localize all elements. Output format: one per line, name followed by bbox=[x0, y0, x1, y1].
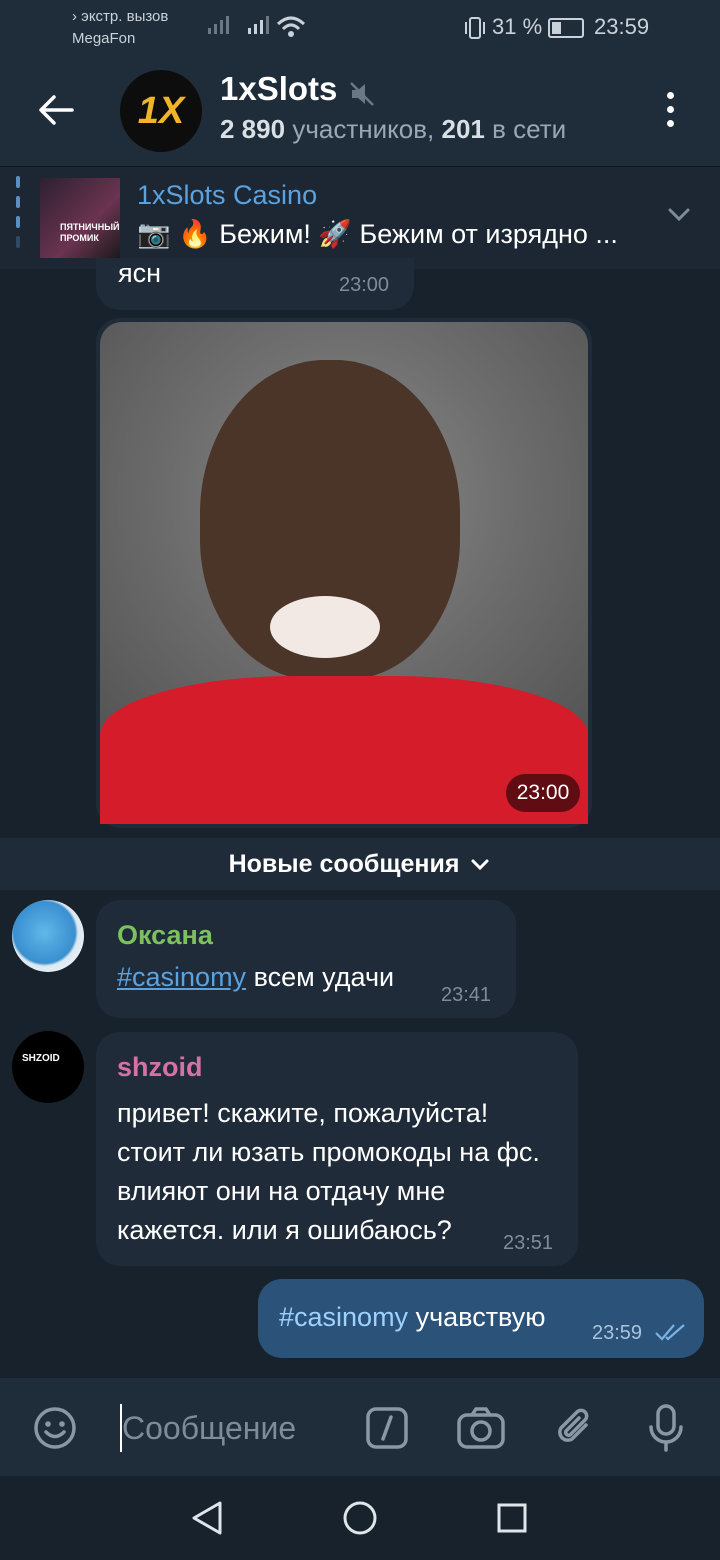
carrier-name: MegaFon bbox=[72, 30, 136, 47]
signal-icon bbox=[206, 14, 232, 41]
message-time: 23:41 bbox=[441, 984, 492, 1006]
nav-recents-icon[interactable] bbox=[496, 1502, 528, 1534]
message-text: привет! скажите, пожалуйста! стоит ли юз… bbox=[117, 1098, 540, 1245]
chat-header bbox=[0, 54, 720, 166]
message-time: 23:51 bbox=[503, 1232, 554, 1254]
read-checkmarks-icon bbox=[654, 1321, 688, 1343]
message-text-partial: ясн bbox=[118, 258, 162, 288]
message-time: 23:00 bbox=[339, 274, 390, 296]
pinned-thumbnail-text: ПЯТНИЧНЫЙ ПРОМИК bbox=[60, 222, 120, 243]
bot-command-icon[interactable] bbox=[364, 1405, 410, 1451]
muted-speaker-icon bbox=[348, 80, 376, 108]
online-label: в сети bbox=[492, 114, 567, 144]
chat-title[interactable]: 1xSlots bbox=[220, 70, 337, 108]
battery-percent: 31 % bbox=[492, 14, 543, 39]
hashtag-link[interactable]: #casinomy bbox=[279, 1302, 408, 1332]
chevron-down-icon bbox=[471, 859, 489, 871]
message-input-bar bbox=[0, 1378, 720, 1476]
members-count: 2 890 bbox=[220, 114, 286, 144]
message-input[interactable]: Сообщение bbox=[122, 1410, 296, 1447]
nav-home-icon[interactable] bbox=[342, 1500, 378, 1536]
hashtag-link[interactable]: #casinomy bbox=[117, 962, 246, 992]
wifi-icon bbox=[276, 14, 306, 43]
message-body: учавствую bbox=[408, 1302, 546, 1332]
pinned-title: 1xSlots Casino bbox=[137, 180, 318, 210]
new-messages-divider: Новые сообщения bbox=[0, 838, 720, 890]
message-text: #casinomy всем удачи bbox=[117, 962, 394, 993]
more-menu-icon[interactable] bbox=[656, 92, 684, 132]
chevron-down-icon[interactable] bbox=[664, 200, 694, 230]
online-count: 201 bbox=[441, 114, 485, 144]
members-label: участников, bbox=[292, 114, 435, 144]
media-mouth bbox=[270, 596, 380, 658]
new-messages-label: Новые сообщения bbox=[228, 850, 460, 878]
camera-icon[interactable] bbox=[456, 1405, 506, 1451]
attach-icon[interactable] bbox=[552, 1403, 598, 1453]
message-author[interactable]: shzoid bbox=[117, 1052, 203, 1083]
carrier-emergency-text: › экстр. вызов bbox=[72, 8, 169, 25]
battery-icon bbox=[548, 18, 584, 41]
message-text: #casinomy учавствую bbox=[279, 1302, 546, 1333]
clock: 23:59 bbox=[594, 14, 650, 39]
pinned-thumbnail: ПЯТНИЧНЫЙ ПРОМИК bbox=[40, 178, 120, 258]
nav-back-icon[interactable] bbox=[190, 1500, 224, 1536]
pinned-indicator bbox=[16, 176, 21, 258]
avatar-text: SHZOID bbox=[22, 1053, 60, 1064]
back-arrow-icon[interactable] bbox=[36, 90, 76, 130]
emoji-icon[interactable] bbox=[32, 1405, 78, 1451]
microphone-icon[interactable] bbox=[646, 1403, 686, 1453]
channel-avatar-logo: 1X bbox=[137, 90, 185, 132]
avatar[interactable] bbox=[12, 900, 84, 972]
message-author[interactable]: Оксана bbox=[117, 920, 213, 951]
channel-avatar[interactable]: 1X bbox=[120, 70, 202, 152]
message-time: 23:59 bbox=[592, 1322, 643, 1344]
vibrate-icon bbox=[462, 16, 488, 45]
signal-icon-2 bbox=[246, 14, 272, 41]
avatar[interactable]: SHZOID bbox=[12, 1031, 84, 1103]
pinned-text: 📷 🔥 Бежим! 🚀 Бежим от изрядно ... bbox=[137, 219, 618, 249]
chat-subtitle: 2 890 участников, 201 в сети bbox=[220, 114, 566, 145]
message-body: всем удачи bbox=[246, 962, 395, 992]
media-time-badge: 23:00 bbox=[506, 774, 580, 812]
